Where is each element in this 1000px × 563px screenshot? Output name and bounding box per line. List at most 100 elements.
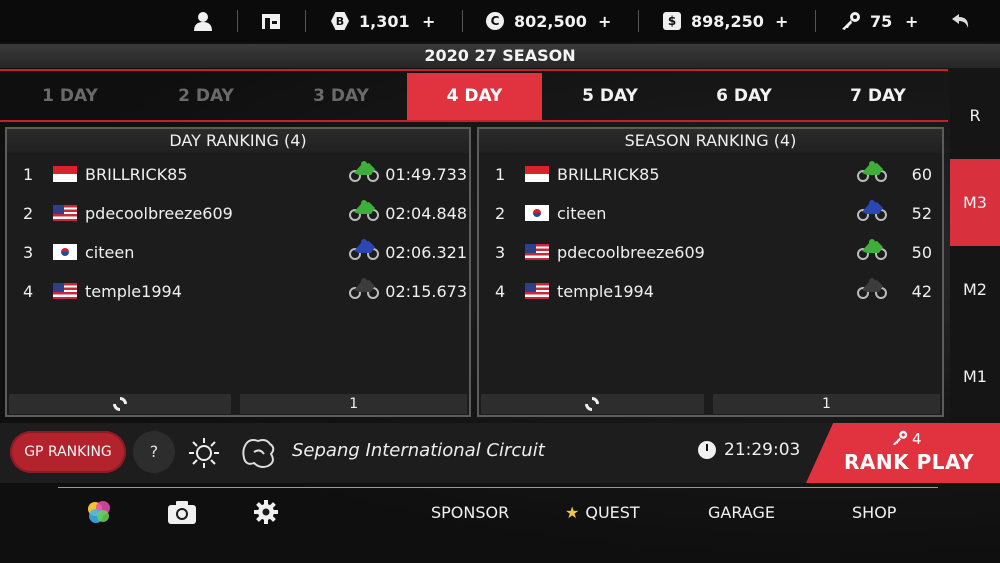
key-icon — [842, 12, 860, 30]
divider — [815, 10, 816, 32]
refresh-button[interactable] — [9, 394, 232, 414]
gp-ranking-button[interactable]: GP RANKING — [10, 431, 126, 473]
add-keys-button[interactable]: + — [905, 0, 918, 42]
help-button[interactable]: ? — [133, 431, 175, 473]
motorbike-icon — [857, 198, 887, 222]
rank-play-button[interactable]: 4 RANK PLAY — [806, 423, 1000, 483]
lap-time: 02:06.321 — [385, 243, 467, 262]
rank-play-keys: 4 — [912, 430, 922, 448]
c-coin-icon: C — [486, 12, 504, 30]
tab-day-2[interactable]: 2 DAY — [136, 73, 276, 120]
building-icon — [262, 14, 280, 29]
motorbike-icon — [857, 159, 887, 183]
profile-button[interactable] — [193, 0, 213, 42]
game-center-icon[interactable] — [85, 498, 113, 526]
ranking-row[interactable]: 3 pdecoolbreeze609 50 — [479, 233, 942, 272]
player-name: temple1994 — [85, 282, 182, 301]
add-c-currency-button[interactable]: + — [598, 0, 611, 42]
ranking-row[interactable]: 2 citeen 52 — [479, 194, 942, 233]
ranking-row[interactable]: 1 BRILLRICK85 60 — [479, 155, 942, 194]
countdown-timer: 21:29:03 — [698, 440, 800, 460]
ranking-row[interactable]: 4 temple1994 02:15.673 — [7, 272, 469, 311]
divider — [638, 10, 639, 32]
garage-shortcut-button[interactable] — [261, 0, 281, 42]
page-number[interactable]: 1 — [240, 394, 467, 414]
tab-class-m1[interactable]: M1 — [950, 333, 1000, 420]
ranking-row[interactable]: 1 BRILLRICK85 01:49.733 — [7, 155, 469, 194]
player-name: citeen — [85, 243, 135, 262]
tab-class-r[interactable]: R — [950, 72, 1000, 159]
tab-class-m2[interactable]: M2 — [950, 246, 1000, 333]
nav-shop[interactable]: SHOP — [852, 500, 896, 526]
dollar-icon: $ — [663, 12, 681, 30]
camera-icon[interactable] — [166, 498, 198, 526]
back-button[interactable] — [951, 0, 971, 42]
player-name: temple1994 — [557, 282, 654, 301]
divider — [305, 10, 306, 32]
rank-number: 2 — [23, 204, 34, 223]
gear-icon[interactable] — [253, 498, 279, 526]
nav-quest[interactable]: ★ QUEST — [565, 500, 640, 526]
season-points: 60 — [911, 165, 932, 184]
season-ranking-title: SEASON RANKING (4) — [479, 129, 942, 153]
usa-flag-icon — [53, 205, 77, 221]
keys-counter: 75 — [840, 0, 892, 42]
lap-time: 01:49.733 — [385, 165, 467, 184]
b-currency-value: 1,301 — [359, 11, 410, 31]
motorbike-icon — [857, 237, 887, 261]
star-icon: ★ — [565, 503, 580, 522]
tab-day-7[interactable]: 7 DAY — [808, 73, 948, 120]
tab-day-6[interactable]: 6 DAY — [674, 73, 814, 120]
day-ranking-title: DAY RANKING (4) — [7, 129, 469, 153]
nav-garage[interactable]: GARAGE — [708, 500, 775, 526]
add-b-currency-button[interactable]: + — [422, 0, 435, 42]
circuit-name: Sepang International Circuit — [292, 440, 545, 461]
rank-number: 4 — [495, 282, 506, 301]
day-tabs: 1 DAY 2 DAY 3 DAY 4 DAY 5 DAY 6 DAY 7 DA… — [0, 73, 948, 120]
circuit-map-icon — [242, 439, 275, 468]
usa-flag-icon — [525, 244, 549, 260]
tab-day-1[interactable]: 1 DAY — [0, 73, 140, 120]
player-name: BRILLRICK85 — [557, 165, 660, 184]
b-coin-icon: B — [331, 12, 349, 30]
tab-day-5[interactable]: 5 DAY — [540, 73, 680, 120]
player-name: citeen — [557, 204, 607, 223]
lap-time: 02:15.673 — [385, 282, 467, 301]
nav-sponsor[interactable]: SPONSOR — [431, 500, 509, 526]
c-currency-value: 802,500 — [514, 11, 587, 31]
class-tabs: R M3 M2 M1 — [950, 72, 1000, 423]
rank-play-cost: 4 — [891, 430, 922, 448]
tab-class-m3[interactable]: M3 — [950, 159, 1000, 246]
rank-number: 1 — [495, 165, 506, 184]
page-number[interactable]: 1 — [712, 394, 940, 414]
usa-flag-icon — [525, 283, 549, 299]
day-ranking-footer: 1 — [9, 394, 467, 414]
motorbike-icon — [349, 276, 379, 300]
lap-time: 02:04.848 — [385, 204, 467, 223]
refresh-button[interactable] — [481, 394, 704, 414]
motorbike-icon — [349, 159, 379, 183]
divider — [462, 10, 463, 32]
indonesia-flag-icon — [53, 166, 77, 182]
season-ranking-panel: SEASON RANKING (4) 1 BRILLRICK85 60 2 citeen… — [477, 127, 944, 417]
season-points: 50 — [911, 243, 932, 262]
tab-day-3[interactable]: 3 DAY — [271, 73, 411, 120]
add-cash-button[interactable]: + — [775, 0, 788, 42]
motorbike-icon — [349, 198, 379, 222]
rank-number: 2 — [495, 204, 506, 223]
player-name: pdecoolbreeze609 — [557, 243, 705, 262]
ranking-row[interactable]: 3 citeen 02:06.321 — [7, 233, 469, 272]
usa-flag-icon — [53, 283, 77, 299]
weather-sun-icon — [189, 438, 219, 468]
day-ranking-panel: DAY RANKING (4) 1 BRILLRICK85 01:49.733 2 pd… — [5, 127, 471, 417]
divider — [237, 10, 238, 32]
refresh-icon — [113, 397, 128, 411]
rank-number: 1 — [23, 165, 34, 184]
indonesia-flag-icon — [525, 166, 549, 182]
ranking-row[interactable]: 2 pdecoolbreeze609 02:04.848 — [7, 194, 469, 233]
top-bar: B 1,301 + C 802,500 + $ 898,250 + 75 + — [0, 0, 1000, 42]
tab-day-4[interactable]: 4 DAY — [407, 73, 542, 120]
ranking-row[interactable]: 4 temple1994 42 — [479, 272, 942, 311]
cash-currency-value: 898,250 — [691, 11, 764, 31]
player-name: pdecoolbreeze609 — [85, 204, 233, 223]
